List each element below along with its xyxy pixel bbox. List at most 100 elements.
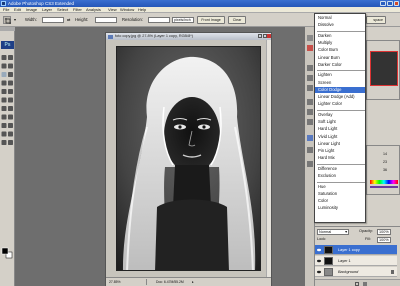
lasso-icon[interactable] (1, 63, 7, 69)
blend-mode-option[interactable]: Hard Mix (315, 155, 365, 161)
trash-icon[interactable] (363, 282, 367, 286)
color-spectrum-bar[interactable] (370, 180, 398, 184)
blend-mode-option[interactable]: Color Dodge (315, 86, 365, 93)
blend-mode-option[interactable]: Linear Dodge (Add) (315, 94, 365, 100)
brushes-icon[interactable] (307, 65, 313, 71)
magic-wand-icon[interactable] (8, 63, 13, 69)
fill-field[interactable]: 100% (377, 237, 391, 243)
foreground-color-swatch[interactable] (1, 247, 9, 255)
resolution-field[interactable] (148, 17, 170, 23)
blend-mode-option[interactable]: Hard Light (315, 126, 365, 132)
swatches-icon[interactable] (307, 135, 313, 141)
height-field[interactable] (95, 17, 117, 23)
marquee-icon[interactable] (8, 55, 13, 60)
color-b-value[interactable]: 36 (383, 168, 387, 172)
zoom-icon[interactable] (8, 140, 13, 145)
crop-icon[interactable] (1, 72, 7, 77)
blend-mode-option[interactable]: Color (315, 198, 365, 204)
color-g-value[interactable]: 23 (383, 160, 387, 164)
character-icon[interactable] (307, 161, 313, 167)
layer-row[interactable]: Layer 1 (315, 256, 397, 266)
blend-mode-option[interactable]: Multiply (315, 40, 365, 46)
brush-icon[interactable] (8, 80, 13, 86)
blend-mode-option[interactable]: Pin Light (315, 148, 365, 154)
maximize-button[interactable] (387, 1, 393, 6)
minimize-button[interactable] (380, 1, 386, 6)
opacity-field[interactable]: 100% (377, 229, 391, 235)
eye-icon[interactable] (317, 248, 321, 252)
blend-mode-option[interactable]: Difference (315, 166, 365, 172)
clone-source-icon[interactable] (307, 85, 313, 91)
close-button[interactable] (394, 1, 399, 6)
blend-mode-option[interactable]: Linear Light (315, 141, 365, 147)
move-icon[interactable] (1, 55, 7, 60)
workspace-button[interactable]: space (366, 16, 386, 24)
clear-button[interactable]: Clear (228, 16, 246, 24)
styles-icon[interactable] (307, 119, 313, 125)
blur-icon[interactable] (1, 106, 7, 111)
blend-mode-option[interactable]: Saturation (315, 191, 365, 197)
info-icon[interactable] (307, 45, 313, 51)
blend-mode-option[interactable]: Exclusion (315, 173, 365, 179)
document-vertical-scrollbar[interactable] (266, 40, 271, 277)
crop-tool-preset-icon[interactable] (3, 16, 11, 24)
inverted-portrait-image (117, 47, 260, 270)
blend-mode-option[interactable]: Linear Burn (315, 55, 365, 61)
eraser-icon[interactable] (1, 97, 7, 103)
zoom-level[interactable]: 27.85% (109, 278, 121, 286)
type-icon[interactable] (8, 114, 13, 120)
blend-mode-option[interactable]: Normal (315, 15, 365, 21)
layer-name: Background (338, 270, 359, 274)
tool-presets-icon[interactable] (307, 75, 313, 81)
notes-icon[interactable] (1, 131, 7, 137)
navigator-preview[interactable] (370, 51, 398, 86)
color-r-value[interactable]: 14 (383, 152, 387, 156)
width-field[interactable] (42, 17, 64, 23)
workspace-label: space (373, 18, 383, 22)
history-brush-icon[interactable] (8, 89, 13, 94)
menu-separator (317, 163, 365, 165)
stamp-icon[interactable] (1, 89, 7, 94)
shape-icon[interactable] (8, 123, 13, 128)
history-icon[interactable] (307, 99, 313, 105)
blend-mode-option[interactable]: Luminosity (315, 205, 365, 211)
eye-icon[interactable] (317, 270, 321, 274)
blend-mode-option[interactable]: Vivid Light (315, 134, 365, 140)
paragraph-icon[interactable] (307, 147, 313, 153)
pen-icon[interactable] (1, 114, 7, 120)
healing-icon[interactable] (1, 80, 7, 86)
blend-mode-option[interactable]: Darken (315, 33, 365, 39)
gradient-icon[interactable] (8, 97, 13, 103)
lock-label: Lock: (317, 237, 327, 241)
blend-mode-option[interactable]: Darker Color (315, 62, 365, 68)
eye-icon[interactable] (317, 259, 321, 263)
doc-close-button[interactable] (267, 34, 271, 38)
eyedropper-icon[interactable] (8, 131, 13, 137)
blend-mode-select[interactable]: Normal ▾ (317, 229, 349, 235)
resolution-unit-select[interactable]: pixels/inch (172, 17, 194, 23)
blend-mode-option[interactable]: Dissolve (315, 22, 365, 28)
blend-mode-option[interactable]: Hue (315, 184, 365, 190)
status-menu-arrow-icon[interactable]: ▸ (192, 278, 194, 286)
slice-icon[interactable] (8, 72, 13, 77)
path-select-icon[interactable] (1, 123, 7, 128)
swap-icon[interactable]: ⇄ (67, 16, 70, 24)
hand-icon[interactable] (1, 140, 7, 145)
new-layer-icon[interactable] (355, 282, 359, 286)
blend-mode-option[interactable]: Soft Light (315, 119, 365, 125)
image-canvas[interactable] (116, 46, 261, 271)
layer-row[interactable]: Background (315, 267, 397, 277)
blend-mode-option[interactable]: Lighten (315, 72, 365, 78)
blend-mode-option[interactable]: Lighter Color (315, 101, 365, 107)
actions-icon[interactable] (307, 109, 313, 115)
blend-mode-option[interactable]: Color Burn (315, 47, 365, 53)
navigator-icon[interactable] (307, 35, 313, 41)
layer-row[interactable]: Layer 1 copy (315, 245, 397, 255)
triangle-dropdown-icon[interactable]: ▾ (14, 16, 16, 24)
toolbox-grip[interactable] (0, 27, 15, 31)
front-image-button[interactable]: Front Image (197, 16, 225, 24)
blend-mode-option[interactable]: Overlay (315, 112, 365, 118)
doc-minimize-button[interactable] (258, 34, 262, 38)
dodge-icon[interactable] (8, 106, 13, 111)
blend-mode-option[interactable]: Screen (315, 80, 365, 86)
